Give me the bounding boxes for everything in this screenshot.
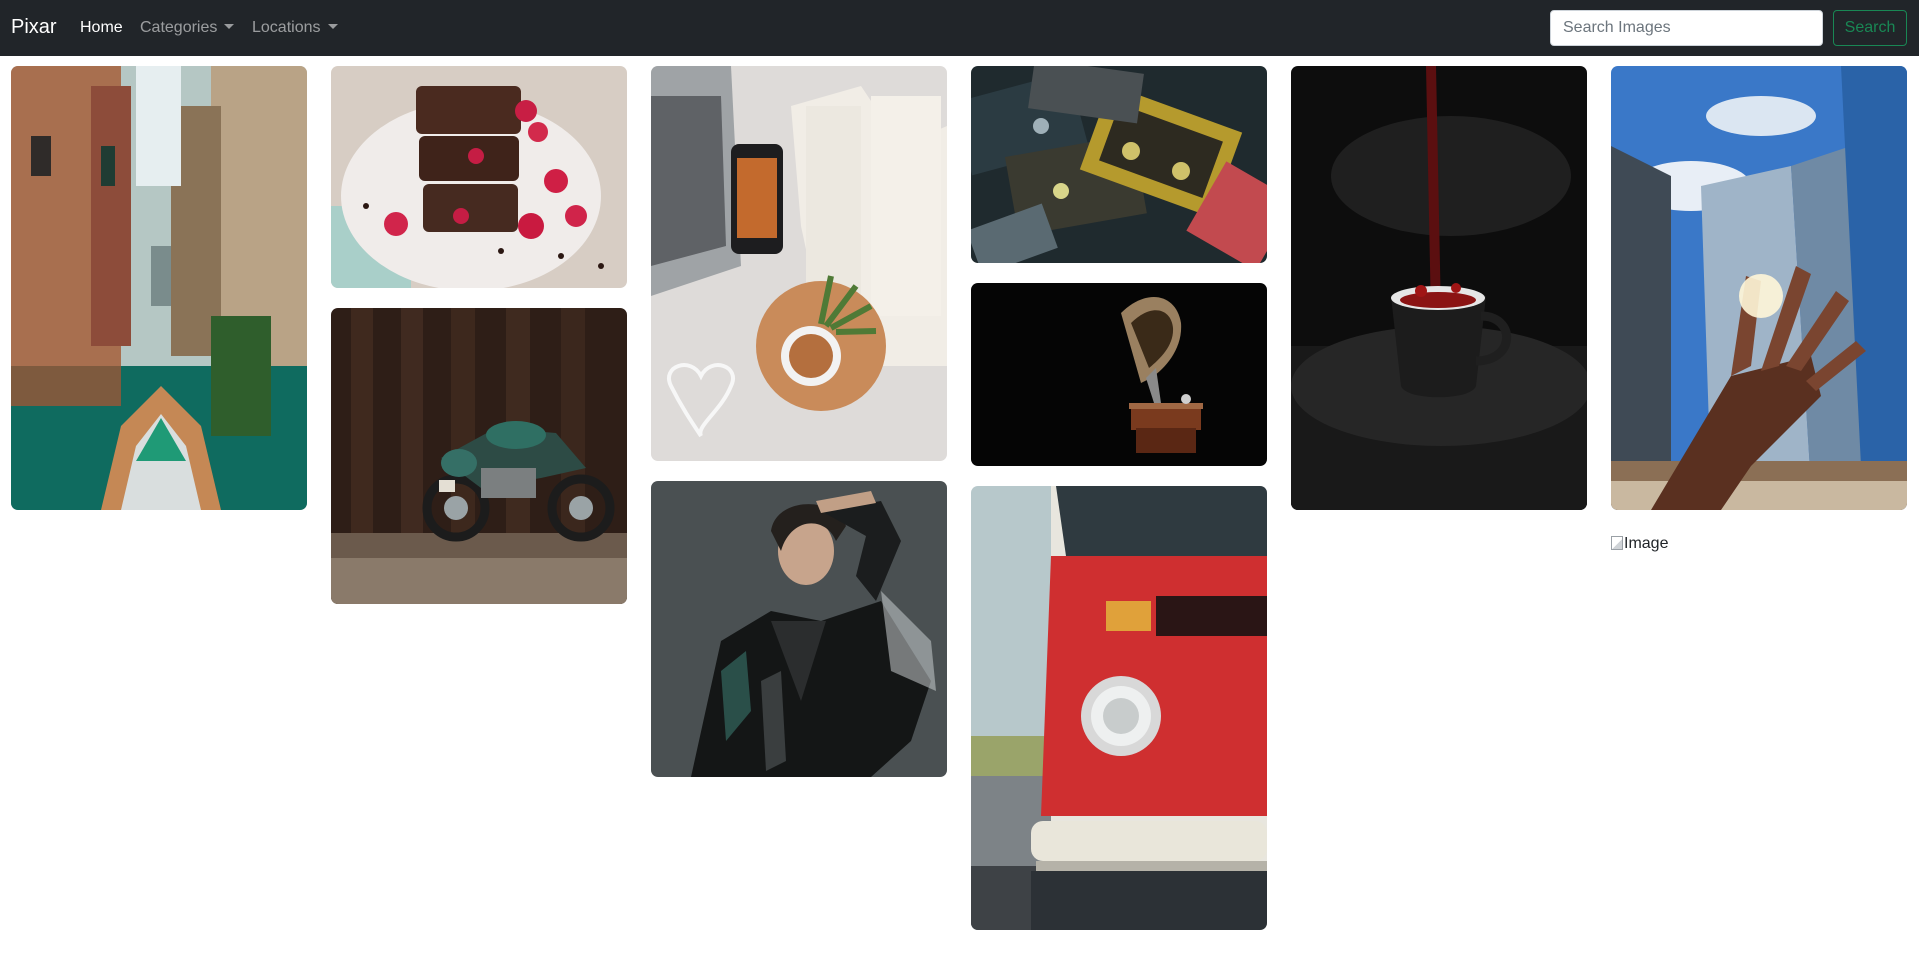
- gallery-image-red-van[interactable]: [971, 486, 1267, 930]
- gallery-image-hand-city[interactable]: [1611, 66, 1907, 510]
- broken-image-alt-text: Image: [1624, 535, 1669, 552]
- nav-locations-dropdown[interactable]: Locations: [252, 16, 338, 40]
- chevron-down-icon: [224, 24, 235, 29]
- gallery-image-coffee[interactable]: [1291, 66, 1587, 510]
- nav-locations-label: Locations: [252, 19, 321, 36]
- brand-logo[interactable]: Pixar: [11, 13, 57, 41]
- nav-categories-label: Categories: [140, 19, 218, 36]
- gallery-image-gramophone[interactable]: [971, 283, 1267, 466]
- nav-home[interactable]: Home: [80, 16, 123, 40]
- broken-image[interactable]: Image: [1611, 534, 1668, 554]
- search-input[interactable]: [1550, 10, 1823, 46]
- search-button[interactable]: Search: [1833, 10, 1907, 46]
- gallery-image-brownies[interactable]: [331, 66, 627, 288]
- gallery-image-venice-canal[interactable]: [11, 66, 307, 510]
- gallery-image-cassettes[interactable]: [971, 66, 1267, 263]
- gallery-image-flat-lay[interactable]: [651, 66, 947, 461]
- broken-image-icon: [1611, 536, 1623, 550]
- chevron-down-icon: [327, 24, 338, 29]
- gallery-image-motorcycle[interactable]: [331, 308, 627, 604]
- navbar: Pixar Home Categories Locations Search: [0, 0, 1919, 56]
- gallery-image-woman-jacket[interactable]: [651, 481, 947, 777]
- nav-categories-dropdown[interactable]: Categories: [140, 16, 235, 40]
